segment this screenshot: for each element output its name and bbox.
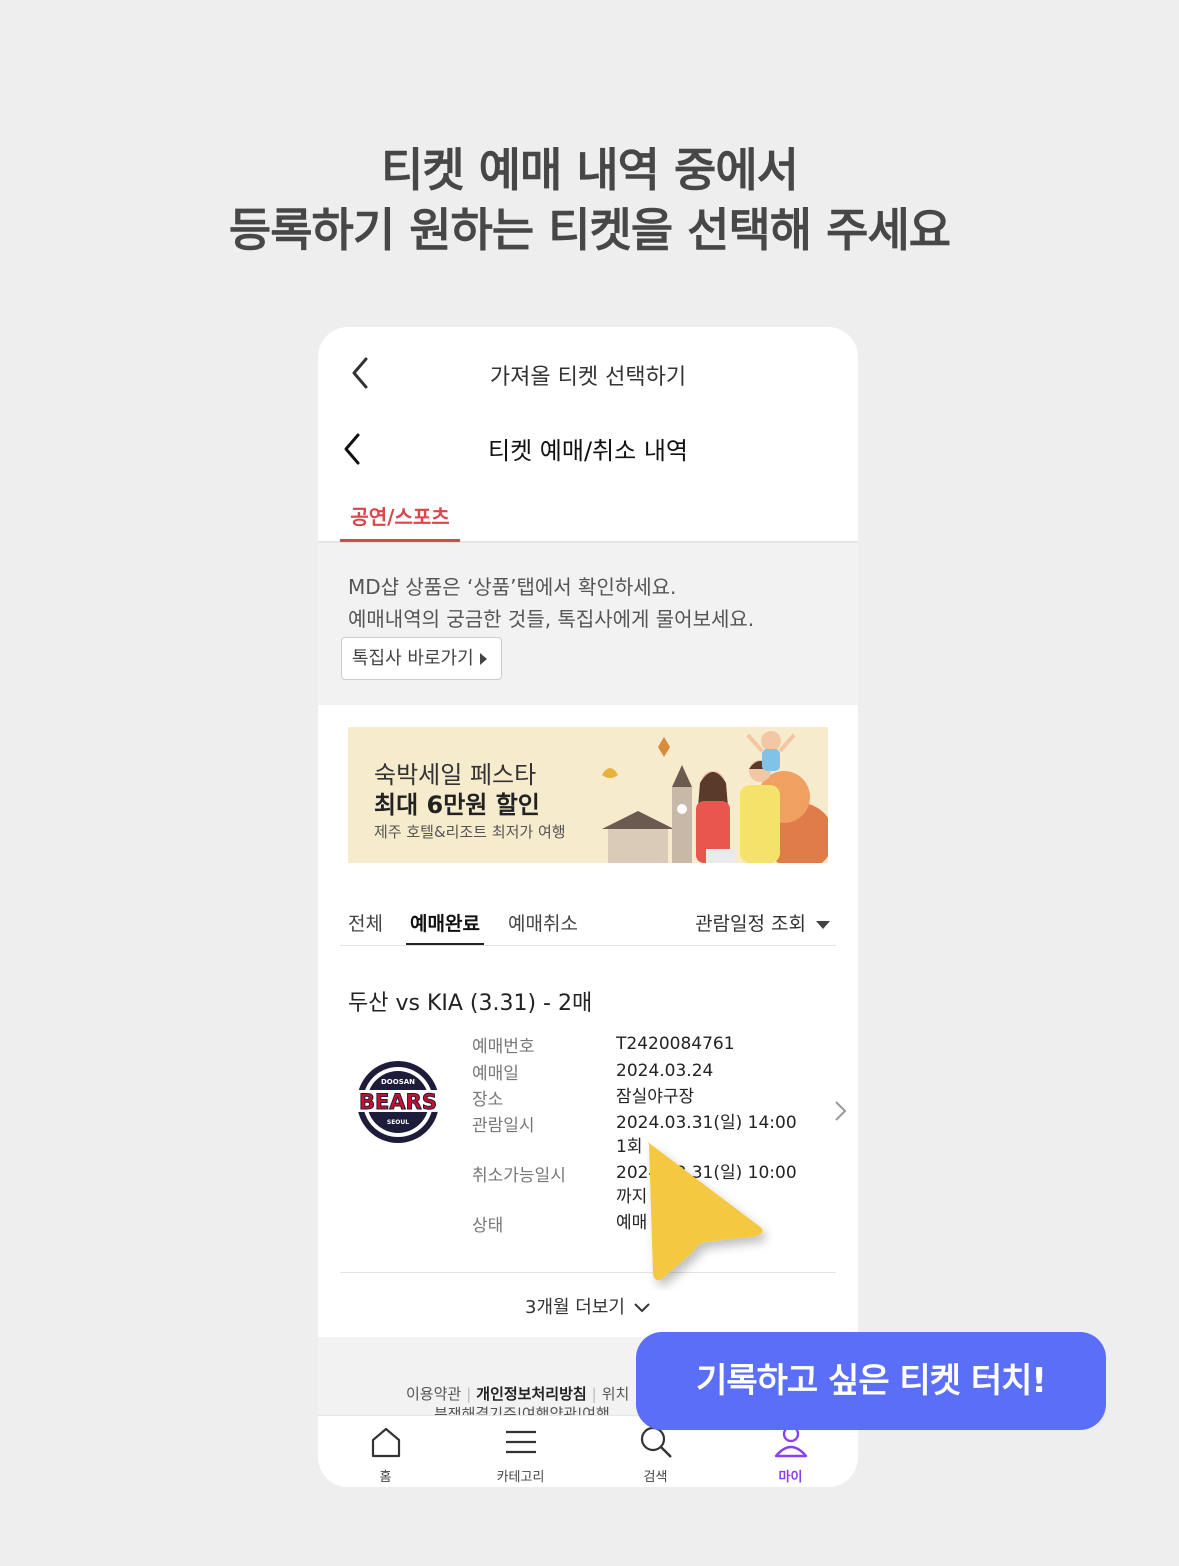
load-more-label: 3개월 더보기 bbox=[525, 1297, 625, 1318]
chevron-right-icon bbox=[835, 1101, 847, 1121]
detail-value: T2420084761 bbox=[616, 1034, 735, 1054]
terms-link[interactable]: 이용약관 bbox=[406, 1385, 461, 1403]
sub-page-title: 티켓 예매/취소 내역 bbox=[488, 437, 688, 465]
tab-category[interactable]: 카테고리 bbox=[453, 1416, 588, 1487]
chatbot-shortcut-button[interactable]: 톡집사 바로가기 bbox=[341, 637, 502, 680]
logo-bottom-text: SEOUL bbox=[387, 1119, 409, 1126]
top-navigation-bar: 가져올 티켓 선택하기 bbox=[318, 327, 858, 417]
banner-caption: 제주 호텔&리조트 최저가 여행 bbox=[374, 823, 566, 841]
notice-text-2: 예매내역의 궁금한 것들, 톡집사에게 물어보세요. bbox=[348, 607, 755, 631]
phone-screen: 가져올 티켓 선택하기 티켓 예매/취소 내역 공연/스포츠 MD샵 상품은 ‘… bbox=[318, 327, 858, 1487]
tab-search-label: 검색 bbox=[643, 1470, 668, 1485]
detail-value: 잠실야구장 bbox=[616, 1087, 695, 1107]
tab-cancelled[interactable]: 예매취소 bbox=[508, 909, 578, 936]
date-sort-dropdown[interactable]: 관람일정 조회 bbox=[695, 909, 830, 936]
notice-box: MD샵 상품은 ‘상품’탭에서 확인하세요. 예매내역의 궁금한 것들, 톡집사… bbox=[318, 543, 858, 705]
active-tab-indicator bbox=[340, 539, 460, 542]
home-icon bbox=[371, 1427, 401, 1458]
sub-navigation-bar: 티켓 예매/취소 내역 bbox=[318, 417, 858, 485]
logo-main-text: BEARS bbox=[359, 1090, 437, 1114]
banner-illustration bbox=[602, 731, 828, 863]
detail-label: 관람일시 bbox=[472, 1116, 535, 1136]
detail-label: 장소 bbox=[472, 1090, 504, 1110]
logo-top-text: DOOSAN bbox=[381, 1078, 415, 1086]
instruction-headline: 티켓 예매 내역 중에서 등록하기 원하는 티켓을 선택해 주세요 bbox=[0, 140, 1179, 260]
touch-hint-tooltip: 기록하고 싶은 티켓 터치! bbox=[636, 1332, 1106, 1430]
detail-label: 예매번호 bbox=[472, 1037, 535, 1057]
headline-line-2: 등록하기 원하는 티켓을 선택해 주세요 bbox=[228, 203, 951, 257]
tab-my-label: 마이 bbox=[778, 1470, 803, 1485]
team-logo: DOOSAN BEARS SEOUL bbox=[348, 1061, 448, 1143]
chatbot-shortcut-label: 톡집사 바로가기 bbox=[352, 648, 474, 669]
detail-label: 취소가능일시 bbox=[472, 1166, 566, 1186]
tab-home[interactable]: 홈 bbox=[318, 1416, 453, 1487]
tab-performance-sports[interactable]: 공연/스포츠 bbox=[340, 497, 460, 543]
detail-value: 2024.03.24 bbox=[616, 1061, 714, 1081]
tab-all[interactable]: 전체 bbox=[348, 909, 383, 936]
promo-banner[interactable]: 숙박세일 페스타 최대 6만원 할인 제주 호텔&리조트 최저가 여행 bbox=[348, 727, 828, 863]
pointer-cursor-icon bbox=[647, 1142, 763, 1281]
location-terms-link[interactable]: 위치 bbox=[602, 1385, 630, 1403]
tab-home-label: 홈 bbox=[379, 1470, 392, 1485]
caret-down-icon bbox=[816, 920, 830, 929]
headline-line-1: 티켓 예매 내역 중에서 bbox=[381, 143, 799, 197]
detail-label: 상태 bbox=[472, 1216, 504, 1236]
tab-category-label: 카테고리 bbox=[496, 1470, 545, 1485]
status-filter-bar: 전체 예매완료 예매취소 관람일정 조회 bbox=[340, 901, 836, 947]
banner-headline: 최대 6만원 할인 bbox=[374, 791, 540, 819]
tab-booked[interactable]: 예매완료 bbox=[410, 909, 480, 936]
date-sort-label: 관람일정 조회 bbox=[695, 913, 806, 935]
notice-text-1: MD샵 상품은 ‘상품’탭에서 확인하세요. bbox=[348, 575, 677, 599]
chevron-down-icon bbox=[634, 1303, 650, 1313]
filter-divider bbox=[340, 945, 836, 946]
page-title: 가져올 티켓 선택하기 bbox=[489, 365, 687, 390]
footer-links: 이용약관 | 개인정보처리방침 | 위치 bbox=[406, 1385, 630, 1403]
play-triangle-icon bbox=[479, 653, 487, 665]
load-more-button[interactable]: 3개월 더보기 bbox=[318, 1293, 858, 1319]
menu-icon bbox=[506, 1430, 536, 1454]
ticket-title: 두산 vs KIA (3.31) - 2매 bbox=[348, 991, 593, 1016]
detail-label: 예매일 bbox=[472, 1064, 519, 1084]
privacy-policy-link[interactable]: 개인정보처리방침 bbox=[476, 1385, 586, 1403]
